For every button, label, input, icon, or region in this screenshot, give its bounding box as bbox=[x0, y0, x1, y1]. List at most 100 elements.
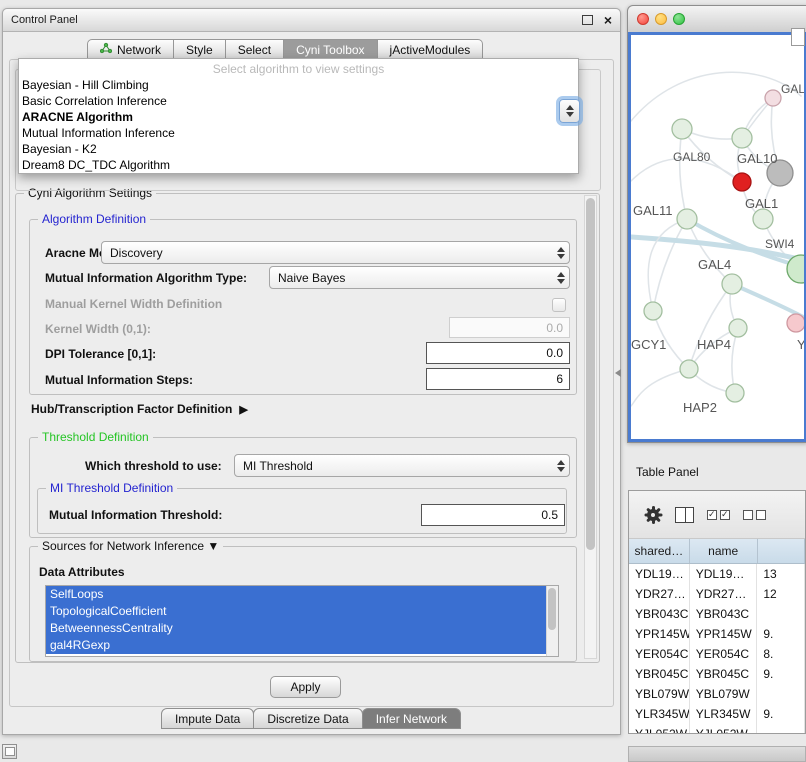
float-window-icon[interactable] bbox=[582, 15, 593, 25]
settings-scrollbar[interactable] bbox=[584, 195, 597, 659]
select-all-checkboxes-icon[interactable] bbox=[707, 510, 730, 520]
tab-network[interactable]: Network bbox=[87, 39, 174, 60]
dropdown-item-aracne-algorithm[interactable]: ARACNE Algorithm bbox=[19, 109, 578, 125]
which-threshold-label: Which threshold to use: bbox=[85, 459, 222, 473]
tab-select[interactable]: Select bbox=[226, 39, 284, 60]
column-header-shared[interactable]: shared… bbox=[629, 539, 690, 563]
table-row[interactable]: YDR27…YDR27…12 bbox=[629, 584, 805, 604]
network-node-2[interactable] bbox=[732, 128, 752, 148]
column-header-name[interactable]: name bbox=[690, 539, 758, 563]
combo-arrows-icon bbox=[552, 267, 569, 288]
network-node-13[interactable] bbox=[644, 302, 662, 320]
attributes-scrollbar[interactable] bbox=[546, 586, 558, 656]
attribute-item-gal4rgexp[interactable]: gal4RGexp bbox=[46, 637, 546, 654]
network-node-12[interactable] bbox=[726, 384, 744, 402]
tab-discretize-data[interactable]: Discretize Data bbox=[253, 708, 362, 729]
close-traffic-light[interactable] bbox=[637, 13, 649, 25]
tab-cyni-toolbox[interactable]: Cyni Toolbox bbox=[284, 39, 377, 60]
tab-label: Select bbox=[238, 43, 271, 57]
apply-button-label: Apply bbox=[290, 680, 320, 694]
tab-jactivemodules[interactable]: jActiveModules bbox=[378, 39, 484, 60]
mi-algorithm-type-combobox[interactable]: Naive Bayes bbox=[269, 266, 570, 289]
network-canvas[interactable]: GALGAL80GAL10GAL11GAL1SWI4GAL4GCY1HAP4YH… bbox=[631, 35, 804, 439]
apply-button[interactable]: Apply bbox=[270, 676, 341, 698]
table-row[interactable]: YJL052WYJL052W bbox=[629, 724, 805, 734]
cell-value: 12 bbox=[757, 584, 805, 604]
data-attributes-label: Data Attributes bbox=[39, 565, 125, 579]
column-header-col3[interactable] bbox=[758, 539, 805, 563]
table-row[interactable]: YBR043CYBR043C bbox=[629, 604, 805, 624]
attribute-item-betweennesscentrality[interactable]: BetweennessCentrality bbox=[46, 620, 546, 637]
data-attributes-list[interactable]: SelfLoopsTopologicalCoefficientBetweenne… bbox=[45, 585, 559, 657]
network-view-window: GALGAL80GAL10GAL11GAL1SWI4GAL4GCY1HAP4YH… bbox=[627, 5, 806, 443]
kernel-width-field[interactable]: 0.0 bbox=[449, 317, 570, 338]
tab-label: Style bbox=[186, 43, 213, 57]
kernel-width-value: 0.0 bbox=[546, 321, 563, 335]
network-node-10[interactable] bbox=[787, 314, 804, 332]
network-node-0[interactable] bbox=[765, 90, 781, 106]
cell-value: 13 bbox=[757, 564, 805, 584]
network-node-8[interactable] bbox=[722, 274, 742, 294]
deselect-all-checkboxes-icon[interactable] bbox=[743, 510, 766, 520]
splitter-collapse-icon[interactable] bbox=[615, 369, 621, 377]
zoom-traffic-light[interactable] bbox=[673, 13, 685, 25]
combo-down-arrow-icon bbox=[566, 112, 574, 117]
manual-kernel-width-checkbox[interactable] bbox=[552, 298, 566, 312]
dpi-tolerance-label: DPI Tolerance [0,1]: bbox=[45, 347, 156, 361]
table-row[interactable]: YER054CYER054C8. bbox=[629, 644, 805, 664]
mi-steps-field[interactable]: 6 bbox=[426, 368, 570, 390]
tab-style[interactable]: Style bbox=[174, 39, 226, 60]
table-row[interactable]: YLR345WYLR345W9. bbox=[629, 704, 805, 724]
attributes-scrollbar-thumb[interactable] bbox=[548, 588, 556, 630]
table-header-row: shared…name bbox=[629, 539, 805, 564]
sources-group-title[interactable]: Sources for Network Inference ▼ bbox=[38, 539, 223, 553]
close-icon[interactable]: × bbox=[604, 13, 612, 27]
cell-name: YLR345W bbox=[690, 704, 758, 724]
expanded-arrow-icon: ▼ bbox=[207, 539, 219, 553]
cell-value: 9. bbox=[757, 704, 805, 724]
network-window-titlebar[interactable] bbox=[628, 6, 806, 33]
table-row[interactable]: YBR045CYBR045C9. bbox=[629, 664, 805, 684]
panel-restore-icon[interactable] bbox=[2, 744, 17, 759]
table-row[interactable]: YDL19…YDL19…13 bbox=[629, 564, 805, 584]
algorithm-combobox-arrow-button[interactable] bbox=[559, 99, 580, 123]
which-threshold-combobox[interactable]: MI Threshold bbox=[234, 454, 570, 477]
table-row[interactable]: YBL079WYBL079W bbox=[629, 684, 805, 704]
gear-icon[interactable] bbox=[644, 506, 662, 524]
dropdown-item-dream8-dc-tdc-algorithm[interactable]: Dream8 DC_TDC Algorithm bbox=[19, 157, 578, 173]
hub-tf-definition-toggle[interactable]: Hub/Transcription Factor Definition ▶ bbox=[31, 402, 248, 416]
aracne-mode-combobox[interactable]: Discovery bbox=[101, 241, 570, 264]
dpi-tolerance-field[interactable]: 0.0 bbox=[426, 342, 570, 364]
minimize-traffic-light[interactable] bbox=[655, 13, 667, 25]
dpi-tolerance-value: 0.0 bbox=[546, 346, 563, 360]
cell-shared-name: YDL19… bbox=[629, 564, 690, 584]
columns-icon[interactable] bbox=[675, 507, 694, 523]
network-node-9[interactable] bbox=[729, 319, 747, 337]
tab-impute-data[interactable]: Impute Data bbox=[161, 708, 254, 729]
dropdown-item-bayesian-k2[interactable]: Bayesian - K2 bbox=[19, 141, 578, 157]
network-node-1[interactable] bbox=[672, 119, 692, 139]
network-node-11[interactable] bbox=[680, 360, 698, 378]
tab-infer-network[interactable]: Infer Network bbox=[362, 708, 461, 729]
dropdown-item-basic-correlation-inference[interactable]: Basic Correlation Inference bbox=[19, 93, 578, 109]
mi-threshold-label: Mutual Information Threshold: bbox=[49, 508, 222, 522]
table-row[interactable]: YPR145WYPR145W9. bbox=[629, 624, 805, 644]
control-panel-titlebar[interactable]: Control Panel × bbox=[3, 9, 620, 32]
cell-shared-name: YBR043C bbox=[629, 604, 690, 624]
network-node-6[interactable] bbox=[753, 209, 773, 229]
cell-name: YJL052W bbox=[690, 724, 758, 734]
mi-threshold-field[interactable]: 0.5 bbox=[421, 504, 565, 526]
settings-scrollbar-thumb[interactable] bbox=[586, 198, 595, 550]
network-node-3[interactable] bbox=[733, 173, 751, 191]
which-threshold-value: MI Threshold bbox=[235, 459, 552, 473]
dropdown-item-mutual-information-inference[interactable]: Mutual Information Inference bbox=[19, 125, 578, 141]
attribute-item-topologicalcoefficient[interactable]: TopologicalCoefficient bbox=[46, 603, 546, 620]
network-node-5[interactable] bbox=[677, 209, 697, 229]
table-toolbar bbox=[629, 491, 805, 539]
node-label-gal11: GAL11 bbox=[633, 203, 673, 218]
dropdown-item-bayesian-hill-climbing[interactable]: Bayesian - Hill Climbing bbox=[19, 77, 578, 93]
mi-algorithm-type-label: Mutual Information Algorithm Type: bbox=[45, 271, 247, 285]
combo-up-arrow-icon bbox=[566, 105, 574, 110]
attribute-item-selfloops[interactable]: SelfLoops bbox=[46, 586, 546, 603]
cell-name: YDL19… bbox=[690, 564, 758, 584]
